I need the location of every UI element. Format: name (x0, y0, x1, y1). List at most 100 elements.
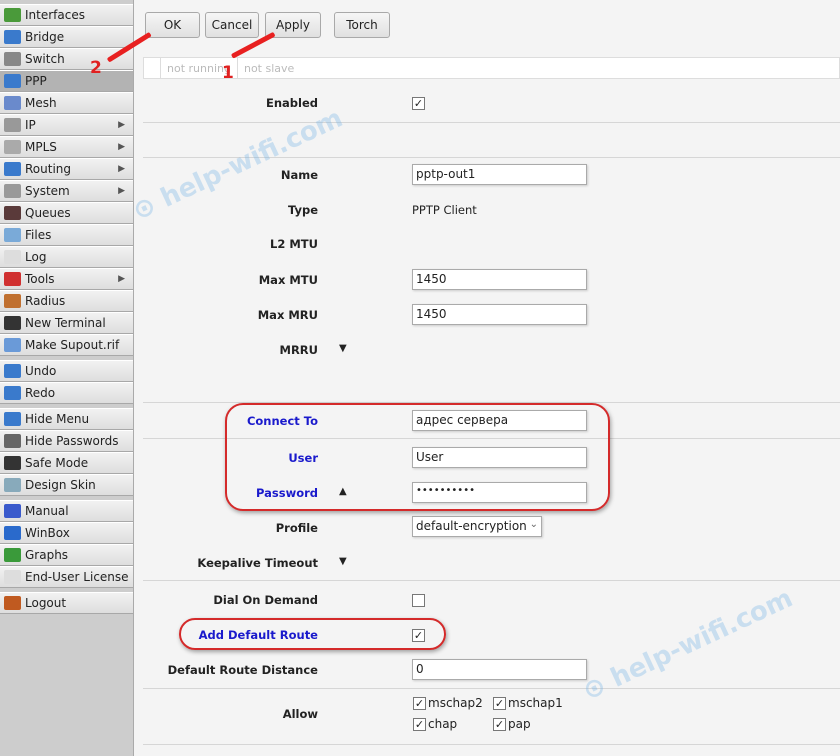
allow-mschap2[interactable]: ✓ mschap2 (413, 696, 483, 710)
sidebar-item-label: Make Supout.rif (25, 338, 120, 352)
name-input[interactable]: pptp-out1 (412, 164, 587, 185)
sidebar-item-new-terminal[interactable]: New Terminal (0, 312, 133, 334)
log-icon (4, 250, 21, 264)
sidebar-item-redo[interactable]: Redo (0, 382, 133, 404)
status-slave: not slave (243, 61, 295, 75)
design-skin-icon (4, 478, 21, 492)
sidebar-item-manual[interactable]: Manual (0, 500, 133, 522)
enabled-label: Enabled (265, 96, 318, 110)
sidebar-item-label: Hide Menu (25, 412, 90, 426)
sidebar-item-label: Switch (25, 52, 65, 66)
mschap1-label: mschap1 (508, 696, 563, 710)
cancel-button[interactable]: Cancel (205, 12, 259, 38)
sidebar-item-winbox[interactable]: WinBox (0, 522, 133, 544)
dial-on-demand-checkbox[interactable] (412, 594, 425, 607)
dial-on-demand-label: Dial On Demand (213, 593, 318, 607)
highlight-add-default-route (179, 618, 446, 650)
sidebar-item-files[interactable]: Files (0, 224, 133, 246)
allow-mschap1[interactable]: ✓ mschap1 (493, 696, 563, 710)
sidebar-item-label: PPP (25, 74, 47, 88)
bridge-icon (4, 30, 21, 44)
sidebar-item-hide-menu[interactable]: Hide Menu (0, 408, 133, 430)
pap-checkbox[interactable]: ✓ (493, 717, 506, 731)
mrru-label: MRRU (279, 343, 319, 357)
allow-pap[interactable]: ✓ pap (493, 717, 531, 731)
sidebar-item-ppp[interactable]: PPP (0, 70, 133, 92)
chap-checkbox[interactable]: ✓ (413, 717, 426, 731)
sidebar-item-radius[interactable]: Radius (0, 290, 133, 312)
main-panel: OK Cancel Apply Torch not running not sl… (90, 0, 840, 756)
sidebar-item-queues[interactable]: Queues (0, 202, 133, 224)
sidebar-item-mpls[interactable]: MPLS ▶ (0, 136, 133, 158)
sidebar-item-undo[interactable]: Undo (0, 360, 133, 382)
mesh-icon (4, 96, 21, 110)
manual-icon (4, 504, 21, 518)
interfaces-icon (4, 8, 21, 22)
sidebar-item-label: Bridge (25, 30, 65, 44)
divider (143, 744, 840, 745)
divider (143, 580, 840, 581)
radius-icon (4, 294, 21, 308)
logout-icon (4, 596, 21, 610)
pap-label: pap (508, 717, 531, 731)
graphs-icon (4, 548, 21, 562)
mpls-icon (4, 140, 21, 154)
ppp-icon (4, 74, 21, 88)
sidebar-item-design-skin[interactable]: Design Skin (0, 474, 133, 496)
sidebar-item-label: End-User License (25, 570, 129, 584)
sidebar-item-graphs[interactable]: Graphs (0, 544, 133, 566)
type-label: Type (287, 203, 318, 217)
status-bar: not running not slave (143, 57, 840, 79)
ip-icon (4, 118, 21, 132)
route-distance-label: Default Route Distance (167, 663, 318, 677)
sidebar-item-ip[interactable]: IP ▶ (0, 114, 133, 136)
expand-down-icon[interactable]: ▼ (339, 556, 347, 567)
winbox-icon (4, 526, 21, 540)
sidebar-item-routing[interactable]: Routing ▶ (0, 158, 133, 180)
redo-icon (4, 386, 21, 400)
submenu-arrow-icon: ▶ (118, 142, 125, 152)
sidebar-item-label: Queues (25, 206, 71, 220)
max-mru-input[interactable]: 1450 (412, 304, 587, 325)
sidebar-item-hide-passwords[interactable]: Hide Passwords (0, 430, 133, 452)
sidebar-item-label: Safe Mode (25, 456, 89, 470)
sidebar-item-label: MPLS (25, 140, 57, 154)
ok-button[interactable]: OK (145, 12, 200, 38)
supout-icon (4, 338, 21, 352)
sidebar-item-log[interactable]: Log (0, 246, 133, 268)
sidebar-item-label: Redo (25, 386, 56, 400)
sidebar-item-system[interactable]: System ▶ (0, 180, 133, 202)
enabled-checkbox[interactable]: ✓ (412, 97, 425, 110)
route-distance-input[interactable]: 0 (412, 659, 587, 680)
type-value: PPTP Client (412, 203, 477, 217)
max-mtu-input[interactable]: 1450 (412, 269, 587, 290)
sidebar-item-end-user-license[interactable]: End-User License (0, 566, 133, 588)
sidebar-item-label: Graphs (25, 548, 69, 562)
profile-select[interactable]: default-encryption ⌄ (412, 516, 542, 537)
sidebar-item-label: Manual (25, 504, 69, 518)
sidebar-item-label: Hide Passwords (25, 434, 119, 448)
chevron-down-icon: ⌄ (529, 519, 538, 530)
sidebar-item-tools[interactable]: Tools ▶ (0, 268, 133, 290)
mschap2-checkbox[interactable]: ✓ (413, 696, 426, 710)
divider (143, 688, 840, 689)
expand-down-icon[interactable]: ▼ (339, 343, 347, 354)
sidebar-item-interfaces[interactable]: Interfaces (0, 4, 133, 26)
torch-button[interactable]: Torch (334, 12, 390, 38)
system-icon (4, 184, 21, 198)
sidebar-item-bridge[interactable]: Bridge (0, 26, 133, 48)
name-label: Name (280, 168, 318, 182)
max-mtu-label: Max MTU (258, 273, 318, 287)
mschap1-checkbox[interactable]: ✓ (493, 696, 506, 710)
hide-passwords-icon (4, 434, 21, 448)
allow-chap[interactable]: ✓ chap (413, 717, 457, 731)
switch-icon (4, 52, 21, 66)
sidebar-item-logout[interactable]: Logout (0, 592, 133, 614)
sidebar-item-mesh[interactable]: Mesh (0, 92, 133, 114)
sidebar-item-label: Undo (25, 364, 57, 378)
sidebar-item-make-supout-rif[interactable]: Make Supout.rif (0, 334, 133, 356)
sidebar-item-safe-mode[interactable]: Safe Mode (0, 452, 133, 474)
sidebar-item-label: Design Skin (25, 478, 96, 492)
submenu-arrow-icon: ▶ (118, 186, 125, 196)
umbrella-icon (4, 456, 21, 470)
